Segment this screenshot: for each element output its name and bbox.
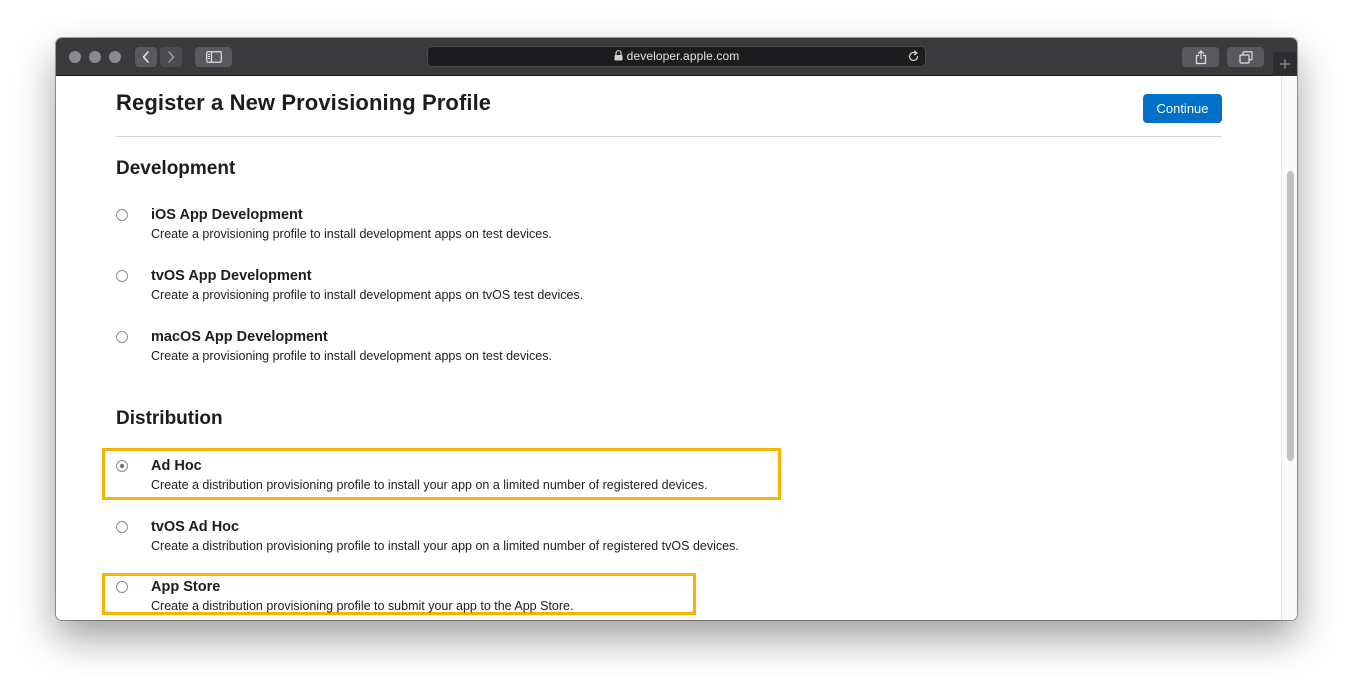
option-title: macOS App Development	[151, 329, 328, 345]
browser-window: developer.apple.com Register a New Provi…	[56, 38, 1297, 620]
section-heading-distribution: Distribution	[116, 408, 223, 429]
header-divider	[116, 136, 1222, 137]
browser-toolbar: developer.apple.com	[56, 38, 1297, 76]
tab-overview-icon	[1238, 50, 1253, 64]
share-icon	[1195, 49, 1206, 64]
option-description: Create a provisioning profile to install…	[151, 349, 552, 363]
option-ios-app-development[interactable]: iOS App Development Create a provisionin…	[116, 207, 816, 251]
sidebar-button[interactable]	[195, 47, 232, 67]
sidebar-icon	[205, 51, 222, 63]
option-description: Create a provisioning profile to install…	[151, 227, 552, 241]
minimize-window-button[interactable]	[89, 51, 101, 63]
radio-ad-hoc[interactable]	[116, 460, 128, 472]
option-tvos-ad-hoc[interactable]: tvOS Ad Hoc Create a distribution provis…	[116, 519, 816, 563]
continue-button[interactable]: Continue	[1143, 94, 1222, 123]
option-title: tvOS Ad Hoc	[151, 519, 240, 535]
section-heading-development: Development	[116, 158, 236, 179]
tab-overview-button[interactable]	[1227, 47, 1264, 67]
radio-app-store[interactable]	[116, 581, 128, 593]
reload-icon[interactable]	[907, 50, 920, 63]
address-url: developer.apple.com	[427, 46, 926, 67]
radio-tvos-ad-hoc[interactable]	[116, 521, 128, 533]
page-title: Register a New Provisioning Profile	[116, 90, 492, 115]
option-title: App Store	[151, 579, 221, 595]
new-tab-button[interactable]	[1273, 52, 1297, 76]
zoom-window-button[interactable]	[109, 51, 121, 63]
option-description: Create a distribution provisioning profi…	[151, 599, 574, 613]
scrollbar-thumb[interactable]	[1287, 171, 1294, 461]
option-app-store[interactable]: App Store Create a distribution provisio…	[116, 579, 816, 620]
chevron-right-icon	[168, 51, 175, 63]
close-window-button[interactable]	[69, 51, 81, 63]
option-macos-app-development[interactable]: macOS App Development Create a provision…	[116, 329, 816, 373]
option-description: Create a distribution provisioning profi…	[151, 478, 708, 492]
radio-macos-app-development[interactable]	[116, 331, 128, 343]
address-url-text: developer.apple.com	[626, 49, 740, 63]
share-button[interactable]	[1182, 47, 1219, 67]
chevron-left-icon	[142, 51, 149, 63]
option-title: iOS App Development	[151, 207, 303, 223]
radio-tvos-app-development[interactable]	[116, 270, 128, 282]
page-content: Register a New Provisioning Profile Cont…	[56, 76, 1297, 620]
vertical-scrollbar[interactable]	[1281, 76, 1297, 620]
back-button[interactable]	[135, 47, 157, 67]
option-title: tvOS App Development	[151, 268, 312, 284]
option-ad-hoc[interactable]: Ad Hoc Create a distribution provisionin…	[116, 458, 816, 502]
forward-button[interactable]	[160, 47, 182, 67]
lock-icon	[614, 50, 623, 61]
option-title: Ad Hoc	[151, 458, 202, 474]
plus-icon	[1280, 59, 1290, 69]
option-tvos-app-development[interactable]: tvOS App Development Create a provisioni…	[116, 268, 816, 312]
option-description: Create a provisioning profile to install…	[151, 288, 584, 302]
radio-ios-app-development[interactable]	[116, 209, 128, 221]
address-bar[interactable]: developer.apple.com	[427, 46, 926, 67]
option-description: Create a distribution provisioning profi…	[151, 539, 739, 553]
